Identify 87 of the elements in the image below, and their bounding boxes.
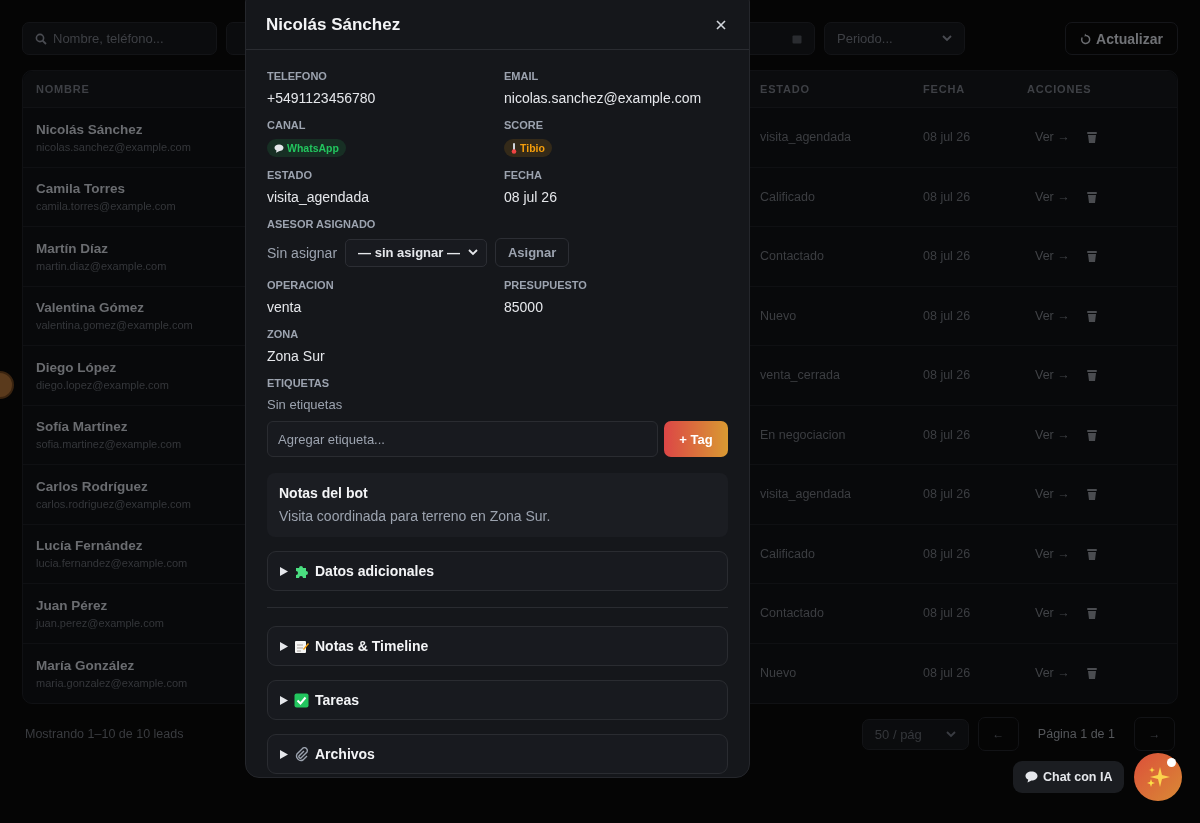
view-link[interactable]: Ver → xyxy=(1035,487,1070,502)
speech-bubble-icon xyxy=(1025,771,1038,783)
field-value: nicolas.sanchez@example.com xyxy=(504,90,702,107)
field-label: FECHA xyxy=(504,169,542,181)
disclosure-icon xyxy=(280,695,288,705)
lead-name: Lucía Fernández xyxy=(36,538,143,554)
field-label: TELEFONO xyxy=(267,70,327,82)
refresh-button[interactable]: Actualizar xyxy=(1065,22,1178,55)
lead-name: Sofía Martínez xyxy=(36,419,128,435)
page-indicator: Página 1 de 1 xyxy=(1036,727,1116,741)
chevron-icon xyxy=(467,249,478,256)
disclosure-icon xyxy=(280,566,288,576)
field-label: SCORE xyxy=(504,119,544,131)
collapsible-section[interactable]: Datos adicionales xyxy=(267,551,728,591)
add-tag-button[interactable]: + Tag xyxy=(664,421,728,457)
trash-icon[interactable] xyxy=(1086,667,1097,680)
field-label: ASESOR ASIGNADO xyxy=(267,218,376,230)
lead-name: Diego López xyxy=(36,359,117,375)
chevron-icon xyxy=(942,35,952,42)
trash-icon[interactable] xyxy=(1086,131,1097,144)
view-link[interactable]: Ver → xyxy=(1035,427,1070,442)
collapsible-section[interactable]: Notas & Timeline xyxy=(267,626,728,666)
notes-title: Notas del bot xyxy=(279,485,369,501)
trash-icon[interactable] xyxy=(1086,547,1097,560)
trash-icon[interactable] xyxy=(1086,190,1097,203)
field-label: ESTADO xyxy=(267,169,313,181)
disclosure-icon xyxy=(280,641,288,651)
disclosure-icon xyxy=(280,749,288,759)
collapsible-section[interactable]: Tareas xyxy=(267,680,728,720)
dialog-title: Nicolás Sánchez xyxy=(266,15,401,35)
chevron-icon xyxy=(945,730,956,738)
field-value: venta xyxy=(267,299,302,316)
view-link[interactable]: Ver → xyxy=(1035,308,1070,323)
ai-assistant-button[interactable] xyxy=(1134,753,1183,801)
empty-tags-text: Sin etiquetas xyxy=(267,397,343,412)
field-label: ZONA xyxy=(267,328,299,340)
memo-icon xyxy=(294,638,309,654)
thermometer-icon xyxy=(511,142,517,154)
tag-input[interactable]: Agregar etiqueta... xyxy=(267,421,658,457)
view-link[interactable]: Ver → xyxy=(1035,546,1070,561)
speech-bubble-icon xyxy=(274,143,284,153)
view-link[interactable]: Ver → xyxy=(1035,189,1070,204)
paperclip-icon xyxy=(294,746,309,762)
trash-icon[interactable] xyxy=(1086,488,1097,501)
lead-name: Juan Pérez xyxy=(36,597,108,613)
field-label: PRESUPUESTO xyxy=(504,279,587,291)
notes-text: Visita coordinada para terreno en Zona Sur. xyxy=(279,508,552,524)
lead-name: Carlos Rodríguez xyxy=(36,478,148,494)
field-value: visita_agendada xyxy=(267,189,369,206)
assignee-status: Sin asignar xyxy=(267,244,338,261)
view-link[interactable]: Ver → xyxy=(1035,368,1070,383)
collapsible-section[interactable]: Archivos xyxy=(267,734,728,774)
assignee-select[interactable]: — sin asignar — xyxy=(345,238,487,267)
lead-name: María González xyxy=(36,657,135,673)
chat-button[interactable]: Chat con IA xyxy=(1013,761,1125,793)
trash-icon[interactable] xyxy=(1086,369,1097,382)
field-label: CANAL xyxy=(267,119,306,131)
previous-page-button[interactable]: ← xyxy=(977,717,1019,751)
badge-text: WhatsApp xyxy=(287,142,339,154)
field-value: 85000 xyxy=(504,299,543,316)
trash-icon[interactable] xyxy=(1086,309,1097,322)
field-label: EMAIL xyxy=(504,70,539,82)
field-value: +5491123456780 xyxy=(267,90,376,107)
field-label: OPERACION xyxy=(267,279,334,291)
badge-text: Tibio xyxy=(520,142,545,154)
lead-name: Camila Torres xyxy=(36,181,126,197)
search-icon xyxy=(35,33,47,45)
field-value: 08 jul 26 xyxy=(504,189,557,206)
field-value: Zona Sur xyxy=(267,348,325,365)
refresh-icon xyxy=(1080,32,1092,45)
next-page-button[interactable]: → xyxy=(1134,717,1175,751)
results-summary: Mostrando 1–10 de 10 leads xyxy=(24,727,184,741)
view-link[interactable]: Ver → xyxy=(1035,249,1070,264)
view-link[interactable]: Ver → xyxy=(1035,606,1070,621)
lead-name: Valentina Gómez xyxy=(36,300,145,316)
trash-icon[interactable] xyxy=(1086,428,1097,441)
trash-icon[interactable] xyxy=(1086,250,1097,263)
view-link[interactable]: Ver → xyxy=(1035,666,1070,681)
checkbox-icon xyxy=(294,692,309,708)
lead-name: Martín Díaz xyxy=(36,240,108,256)
close-icon xyxy=(716,20,726,30)
assign-button[interactable]: Asignar xyxy=(494,238,570,267)
lead-name: Nicolás Sánchez xyxy=(36,121,143,137)
view-link[interactable]: Ver → xyxy=(1035,130,1070,145)
trash-icon[interactable] xyxy=(1086,607,1097,620)
puzzle-icon xyxy=(294,563,309,579)
field-label: ETIQUETAS xyxy=(267,377,330,389)
